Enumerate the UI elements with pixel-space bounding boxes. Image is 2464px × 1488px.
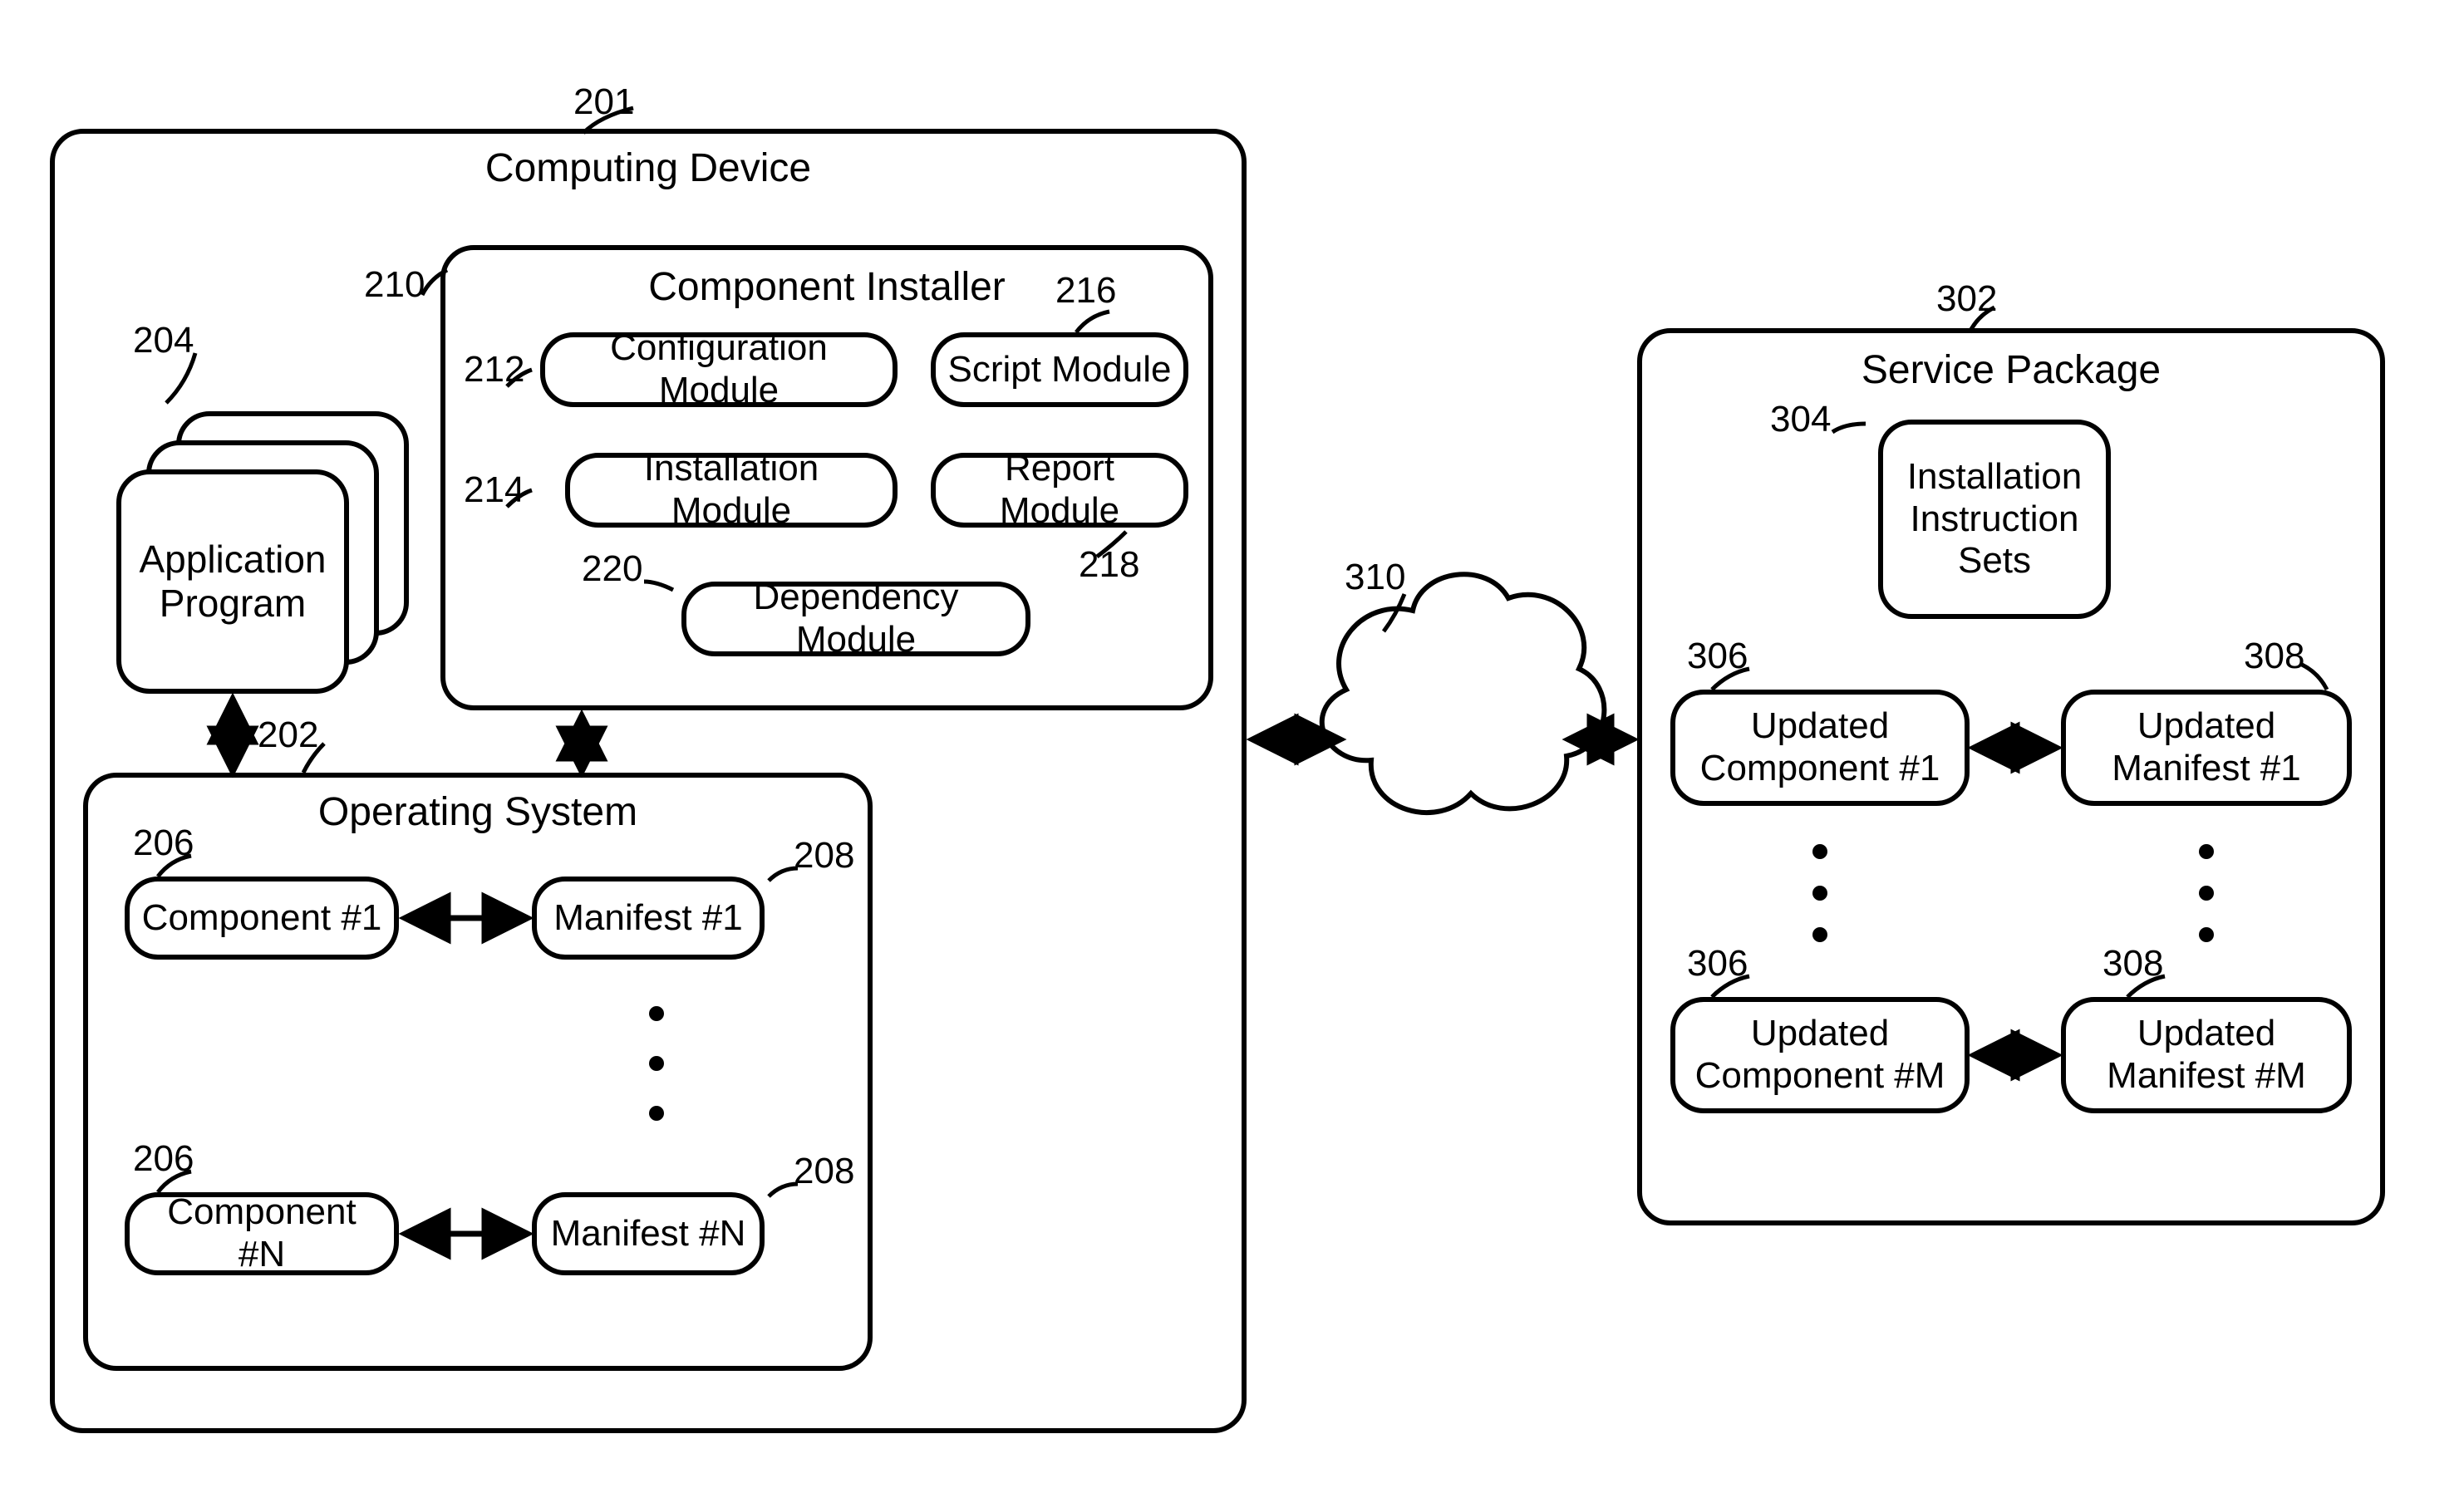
ref-308-a: 308 (2244, 636, 2304, 677)
ref-201: 201 (573, 81, 634, 123)
ref-212: 212 (464, 349, 524, 390)
configuration-module: Configuration Module (540, 332, 898, 407)
component-installer-title: Component Installer (632, 264, 1022, 310)
dependency-module: Dependency Module (681, 582, 1030, 656)
network-cloud-icon (1322, 574, 1605, 813)
ref-308-b: 308 (2103, 943, 2163, 985)
ref-216: 216 (1055, 270, 1116, 312)
ref-206-a: 206 (133, 823, 194, 864)
operating-system-box (83, 773, 873, 1371)
component-n: Component #N (125, 1192, 399, 1275)
updated-component-m: Updated Component #M (1670, 997, 1970, 1113)
ref-302: 302 (1936, 278, 1997, 320)
ref-208-a: 208 (794, 835, 854, 877)
ref-304: 304 (1770, 399, 1831, 440)
ref-218: 218 (1079, 544, 1139, 586)
ref-310: 310 (1345, 557, 1405, 598)
application-program: Application Program (116, 469, 349, 694)
ref-306-a: 306 (1687, 636, 1748, 677)
updated-manifest-1: Updated Manifest #1 (2061, 690, 2352, 806)
computing-device-title: Computing Device (432, 145, 864, 191)
script-module: Script Module (931, 332, 1188, 407)
manifest-n: Manifest #N (532, 1192, 765, 1275)
manifest-1: Manifest #1 (532, 877, 765, 960)
ref-306-b: 306 (1687, 943, 1748, 985)
ref-210: 210 (364, 264, 425, 306)
ref-208-b: 208 (794, 1151, 854, 1192)
installation-module: Installation Module (565, 453, 898, 528)
service-package-title: Service Package (1849, 347, 2173, 393)
ref-214: 214 (464, 469, 524, 511)
operating-system-title: Operating System (316, 789, 640, 835)
updated-manifest-m: Updated Manifest #M (2061, 997, 2352, 1113)
network-label: NETWORK (1363, 723, 1550, 764)
diagram-root: Computing Device 201 Application Program… (0, 0, 2464, 1488)
report-module: Report Module (931, 453, 1188, 528)
ref-202: 202 (258, 715, 318, 756)
ref-206-b: 206 (133, 1138, 194, 1180)
ref-204: 204 (133, 320, 194, 361)
ref-220: 220 (582, 548, 642, 590)
updated-component-1: Updated Component #1 (1670, 690, 1970, 806)
installation-instruction-sets: Installation Instruction Sets (1878, 420, 2111, 619)
component-1: Component #1 (125, 877, 399, 960)
